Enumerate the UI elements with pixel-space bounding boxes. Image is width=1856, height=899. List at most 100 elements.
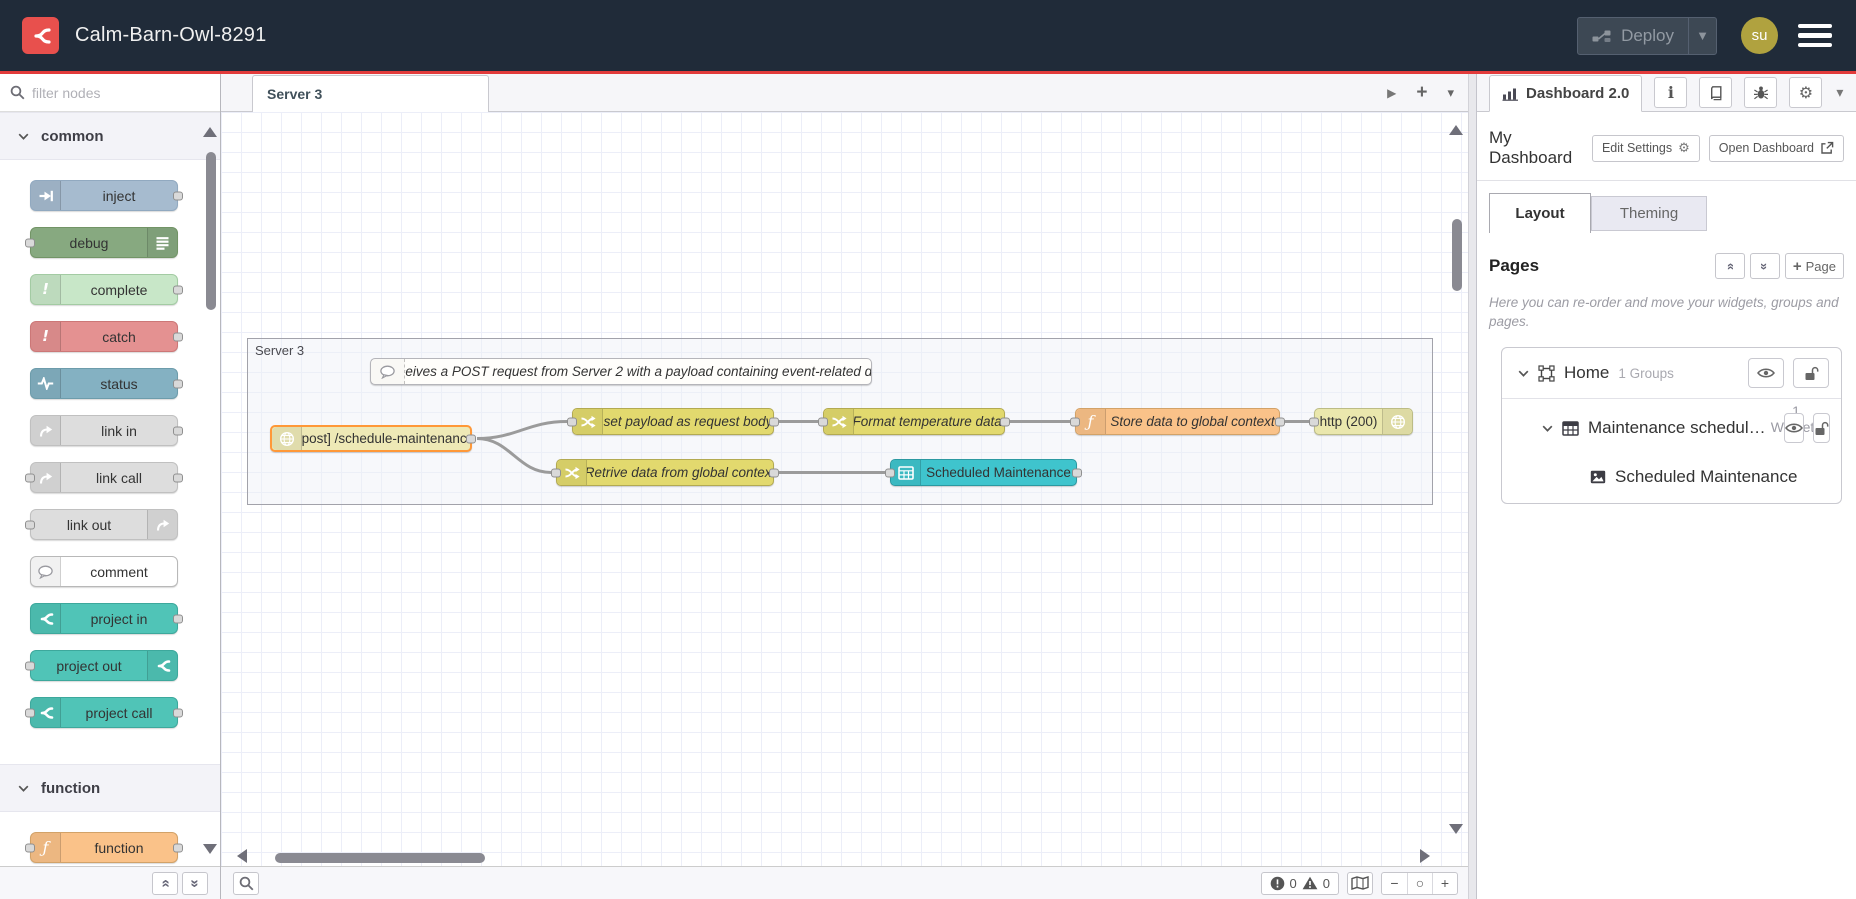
palette-node-project-in[interactable]: project in [30, 603, 183, 634]
chevron-down-icon[interactable] [1542, 425, 1553, 432]
add-flow-button[interactable]: + [1416, 82, 1427, 104]
palette-node-debug[interactable]: debug [25, 227, 178, 258]
canvas-scroll-up-arrow[interactable] [1449, 125, 1463, 135]
pages-tree: Home 1 Groups Maintenance schedul… 1 Wid… [1501, 347, 1842, 504]
palette-category-function[interactable]: function [0, 764, 220, 812]
filter-nodes-input[interactable] [32, 84, 213, 101]
lock-toggle-button[interactable] [1793, 358, 1829, 388]
node-port [769, 417, 779, 426]
tree-row-home[interactable]: Home 1 Groups [1502, 348, 1841, 399]
linkarrow-icon [147, 510, 177, 539]
tree-row-scheduled-maintenance-widget[interactable]: Scheduled Maintenance [1502, 457, 1841, 503]
collapse-all-pages-button[interactable]: » [1714, 253, 1745, 279]
palette-node-complete[interactable]: ! complete [30, 274, 183, 305]
palette-node-project-out[interactable]: project out [25, 650, 178, 681]
node-port [1309, 417, 1319, 426]
canvas-vscrollbar-thumb[interactable] [1452, 219, 1462, 291]
palette-node-catch[interactable]: ! catch [30, 321, 183, 352]
palette-node-link-out[interactable]: link out [25, 509, 178, 540]
fx-icon: ƒ [31, 833, 61, 862]
pages-heading: Pages [1489, 256, 1540, 275]
warning-icon [1302, 876, 1318, 890]
palette-category-common[interactable]: common [0, 112, 220, 160]
palette-filter [0, 74, 220, 112]
canvas-scroll-left-arrow[interactable] [237, 849, 247, 863]
palette-node-comment[interactable]: comment [30, 556, 178, 587]
palette-scrollbar-thumb[interactable] [206, 152, 216, 310]
flow-node-post[interactable]: [post] /schedule-maintenance [270, 425, 476, 452]
page-title: Calm-Barn-Owl-8291 [75, 24, 267, 46]
inject-icon [31, 181, 61, 210]
node-port [1070, 417, 1080, 426]
play-icon[interactable]: ▶ [1387, 86, 1396, 100]
tab-server-3[interactable]: Server 3 [252, 75, 489, 112]
sidebar-splitter[interactable] [1468, 74, 1477, 899]
lock-toggle-button[interactable] [1812, 413, 1830, 443]
palette-expand-all-button[interactable]: » [182, 871, 208, 895]
toggle-navigator-button[interactable] [1347, 871, 1373, 895]
flow-node-chg2[interactable]: Format temperature data. [818, 408, 1010, 435]
flow-node-table1[interactable]: Scheduled Maintenance [885, 459, 1082, 486]
edit-settings-button[interactable]: Edit Settings ⚙ [1591, 134, 1700, 162]
zoom-in-button[interactable]: + [1432, 872, 1457, 894]
eye-icon [1757, 367, 1775, 379]
open-dashboard-button[interactable]: Open Dashboard [1708, 134, 1844, 162]
notification-counts[interactable]: 0 0 [1260, 871, 1339, 895]
deploy-label: Deploy [1621, 25, 1674, 45]
visibility-toggle-button[interactable] [1783, 413, 1804, 443]
deploy-button[interactable]: Deploy ▼ [1577, 16, 1717, 55]
right-sidebar: Dashboard 2.0 i ⚙ ▾ My Dashboard Edit Se… [1477, 74, 1856, 899]
warning-count: 0 [1322, 875, 1330, 891]
tab-info[interactable]: i [1654, 77, 1688, 108]
node-port [25, 843, 35, 852]
tree-row-maintenance-group[interactable]: Maintenance schedul… 1 Widgets [1502, 399, 1841, 457]
deploy-options-button[interactable]: ▼ [1688, 17, 1716, 54]
tab-layout[interactable]: Layout [1489, 193, 1591, 233]
add-page-button[interactable]: + Page [1784, 253, 1844, 279]
flow-canvas[interactable]: Server 3 Receives a POST request from Se… [221, 112, 1468, 866]
table-icon [891, 460, 921, 485]
zoom-out-button[interactable]: − [1382, 873, 1407, 894]
palette-scroll-up-arrow[interactable] [203, 127, 217, 137]
tab-config[interactable]: ⚙ [1789, 77, 1823, 108]
palette-node-link-in[interactable]: link in [30, 415, 183, 446]
node-port [769, 468, 779, 477]
palette-node-status[interactable]: status [30, 368, 183, 399]
tab-debug[interactable] [1744, 77, 1778, 108]
flow-node-func1[interactable]: ƒ Store data to global context [1070, 408, 1285, 435]
palette-node-inject[interactable]: inject [30, 180, 183, 211]
expand-all-pages-button[interactable]: » [1749, 253, 1780, 279]
canvas-scroll-right-arrow[interactable] [1420, 849, 1430, 863]
visibility-toggle-button[interactable] [1748, 358, 1784, 388]
palette-node-project-call[interactable]: project call [25, 697, 183, 728]
node-port [173, 426, 183, 435]
tab-theming[interactable]: Theming [1591, 196, 1707, 231]
tab-dashboard-2[interactable]: Dashboard 2.0 [1489, 75, 1643, 112]
palette-collapse-all-button[interactable]: » [152, 871, 178, 895]
sidebar-options-chevron-down-icon[interactable]: ▾ [1836, 84, 1843, 101]
flow-list-chevron-down-icon[interactable]: ▾ [1447, 85, 1454, 101]
canvas-hscrollbar-thumb[interactable] [275, 853, 485, 863]
node-port [173, 379, 183, 388]
nrw-icon [31, 698, 61, 727]
map-icon [1351, 876, 1369, 890]
flow-node-http200[interactable]: http (200) [1309, 408, 1413, 435]
canvas-scroll-down-arrow[interactable] [1449, 824, 1463, 834]
zoom-reset-button[interactable]: ○ [1407, 872, 1432, 894]
gear-icon: ⚙ [1678, 140, 1690, 156]
comment-text: Receives a POST request from Server 2 wi… [405, 364, 871, 379]
search-flows-button[interactable] [233, 871, 259, 895]
flow-node-chg1[interactable]: set payload as request body [567, 408, 779, 435]
chevron-down-icon[interactable] [1518, 370, 1529, 377]
hamburger-icon[interactable] [1798, 23, 1832, 48]
avatar[interactable]: su [1741, 17, 1778, 54]
palette-node-link-call[interactable]: link call [25, 462, 183, 493]
node-port [1000, 417, 1010, 426]
info-icon: i [1667, 83, 1674, 102]
flow-node-chg3[interactable]: Retrive data from global context [551, 459, 779, 486]
palette-node-function[interactable]: ƒ function [25, 832, 183, 863]
palette-scroll-down-arrow[interactable] [203, 844, 217, 854]
linkarrow-icon [31, 416, 61, 445]
tab-help[interactable] [1699, 77, 1733, 108]
flow-node-comment[interactable]: Receives a POST request from Server 2 wi… [370, 358, 872, 385]
